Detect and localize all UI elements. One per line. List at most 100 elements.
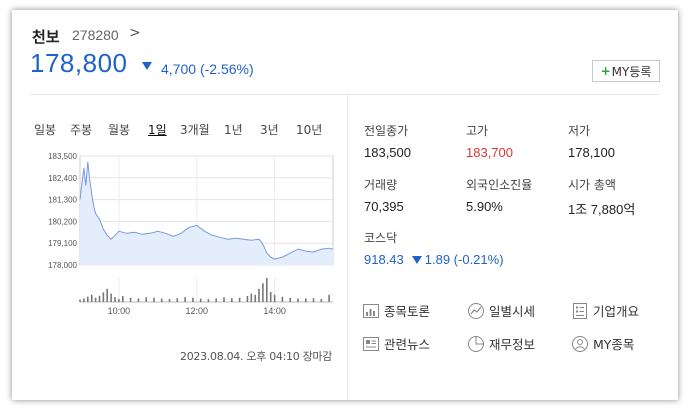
stat-foreign-ratio-value: 5.90% xyxy=(466,199,503,214)
trend-circle-icon xyxy=(467,302,485,320)
period-tabs: 일봉 주봉 월봉 1일 3개월 1년 3년 10년 xyxy=(34,121,328,138)
chart-y-tick-label: 178,000 xyxy=(48,261,77,270)
chart-volume-bar xyxy=(168,299,171,302)
stat-prev-close-label: 전일종가 xyxy=(364,124,409,138)
chart-volume-bar xyxy=(273,294,276,302)
chart-volume-bar xyxy=(106,288,108,302)
chart-volume-bar xyxy=(262,283,264,302)
price-change-percent: (-2.56%) xyxy=(199,61,254,77)
chart-volume-bar xyxy=(289,297,291,302)
chart-volume-bar xyxy=(266,278,268,302)
link-discussion-label: 종목토론 xyxy=(384,304,431,319)
stat-low: 저가 178,100 xyxy=(568,122,615,160)
down-triangle-icon xyxy=(142,62,152,70)
chart-volume-bar xyxy=(153,297,155,302)
link-financial-info-label: 재무정보 xyxy=(489,337,536,352)
chevron-right-icon[interactable]: > xyxy=(129,25,141,41)
plus-icon: + xyxy=(600,64,611,78)
stat-foreign-ratio-label: 외국인소진율 xyxy=(466,178,533,192)
chart-volume-bar xyxy=(269,291,272,302)
stat-high: 고가 183,700 xyxy=(466,122,513,160)
tab-weekly-candle[interactable]: 주봉 xyxy=(70,121,108,138)
chart-volume-bar xyxy=(118,299,120,302)
chart-volume-bar xyxy=(137,298,140,302)
tab-1year[interactable]: 1년 xyxy=(224,121,260,138)
chart-volume-bar xyxy=(114,297,116,302)
chart-y-tick-label: 183,500 xyxy=(48,152,77,161)
chart-volume-bar xyxy=(160,298,163,302)
tab-1day[interactable]: 1일 xyxy=(148,121,180,138)
chart-volume-bar xyxy=(87,296,89,302)
chart-volume-bar xyxy=(250,293,253,302)
chart-volume-bar xyxy=(184,297,186,302)
chart-x-tick-label: 10:00 xyxy=(108,306,131,316)
stat-low-label: 저가 xyxy=(568,124,591,138)
price-change: 4,700 (-2.56%) xyxy=(161,61,254,77)
document-icon xyxy=(571,302,589,320)
chart-y-tick-label: 182,400 xyxy=(48,174,77,183)
chart-volume-bar xyxy=(320,299,323,302)
chart-volume-bar xyxy=(305,298,307,302)
chart-volume-bar xyxy=(199,298,202,302)
link-related-news[interactable]: 관련뉴스 xyxy=(362,334,430,353)
chart-volume-bar xyxy=(254,294,256,302)
chart-volume-bar xyxy=(231,298,233,302)
chart-volume-bar xyxy=(129,297,132,302)
news-icon xyxy=(362,335,380,353)
link-my-stocks[interactable]: MY종목 xyxy=(571,334,634,353)
discussion-chart-icon xyxy=(362,302,380,320)
stat-market-cap-value: 1조 7,880억 xyxy=(568,202,636,217)
stat-kosdaq-change: 1.89 (-0.21%) xyxy=(424,252,504,267)
link-daily-price[interactable]: 일별시세 xyxy=(467,301,535,320)
stat-kosdaq-row: 918.43 1.89 (-0.21%) xyxy=(364,252,504,267)
stat-volume-label: 거래량 xyxy=(364,178,398,192)
my-register-label: MY등록 xyxy=(611,64,652,79)
chart-x-tick-label: 14:00 xyxy=(263,306,286,316)
chart-volume-bar xyxy=(110,293,112,302)
tab-3month[interactable]: 3개월 xyxy=(180,121,224,138)
intraday-price-chart[interactable]: 183,500 182,400 181,300 180,200 179,100 178,0… xyxy=(34,150,334,330)
chart-x-tick-label: 12:00 xyxy=(186,306,209,316)
stock-code[interactable]: 278280 xyxy=(72,27,119,43)
stock-name[interactable]: 천보 xyxy=(32,26,60,47)
chart-volume-bar xyxy=(102,292,105,302)
down-triangle-icon xyxy=(411,256,422,264)
stat-low-value: 178,100 xyxy=(568,145,615,160)
link-company-overview[interactable]: 기업개요 xyxy=(571,301,639,320)
chart-volume-bar xyxy=(207,299,210,302)
stat-kosdaq-index[interactable]: 코스닥 918.43 1.89 (-0.21%) xyxy=(364,229,504,267)
chart-y-tick-label: 179,100 xyxy=(48,239,77,248)
market-close-timestamp: 2023.08.04. 오후 04:10 장마감 xyxy=(180,350,333,363)
stat-kosdaq-label: 코스닥 xyxy=(364,231,398,245)
chart-volume-bar xyxy=(238,297,241,302)
price-change-amount: 4,700 xyxy=(161,61,197,77)
header-divider xyxy=(30,94,660,95)
chart-volume-bar xyxy=(312,298,315,302)
chart-volume-bar xyxy=(122,296,124,302)
link-related-news-label: 관련뉴스 xyxy=(384,337,431,352)
tab-10year[interactable]: 10년 xyxy=(296,121,328,138)
stat-high-label: 고가 xyxy=(466,124,489,138)
stat-prev-close: 전일종가 183,500 xyxy=(364,122,411,160)
current-price: 178,800 xyxy=(30,48,128,78)
tab-monthly-candle[interactable]: 월봉 xyxy=(108,121,148,138)
chart-y-tick-label: 180,200 xyxy=(48,217,77,226)
stock-card: 천보 278280 > 178,800 4,700 (-2.56%) + MY등… xyxy=(12,10,678,400)
link-my-stocks-label: MY종목 xyxy=(593,337,635,352)
stat-prev-close-value: 183,500 xyxy=(364,145,411,160)
link-financial-info[interactable]: 재무정보 xyxy=(467,334,535,353)
chart-volume-bar xyxy=(79,299,81,302)
panel-divider xyxy=(347,95,348,400)
chart-volume-bar xyxy=(145,297,147,302)
tab-daily-candle[interactable]: 일봉 xyxy=(34,121,70,138)
tab-3year[interactable]: 3년 xyxy=(260,121,296,138)
chart-y-tick-label: 181,300 xyxy=(48,196,77,205)
chart-volume-bar xyxy=(258,288,260,302)
stat-volume: 거래량 70,395 xyxy=(364,176,404,214)
chart-volume-bar xyxy=(176,298,179,302)
chart-volume-bar xyxy=(223,297,225,302)
chart-volume-bar xyxy=(215,298,217,302)
my-register-button[interactable]: + MY등록 xyxy=(592,60,660,82)
chart-volume-bar xyxy=(98,295,101,302)
link-discussion[interactable]: 종목토론 xyxy=(362,301,430,320)
